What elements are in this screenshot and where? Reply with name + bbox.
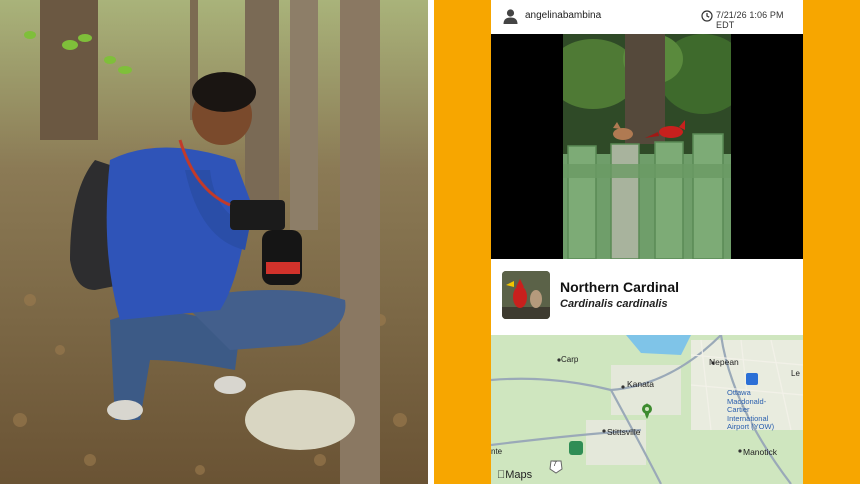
map-label-edge-left: nte xyxy=(491,447,503,456)
map-label-carp: Carp xyxy=(561,355,579,364)
map-label-nepean: Nepean xyxy=(709,357,739,367)
maps-attribution[interactable]: Maps xyxy=(497,469,532,481)
observation-photo[interactable] xyxy=(491,34,803,259)
photographer-photo xyxy=(0,0,428,484)
map-route-7-label: 7 xyxy=(553,461,557,468)
species-common-name: Northern Cardinal xyxy=(560,279,680,295)
apple-icon:  xyxy=(497,469,505,481)
map-label-manotick: Manotick xyxy=(743,447,778,457)
map-label-airport: Ottawa Macdonald- Cartier International … xyxy=(727,388,775,431)
user-icon xyxy=(503,9,518,24)
clock-icon xyxy=(701,10,713,22)
map-label-kanata: Kanata xyxy=(627,379,654,389)
map-label-edge-right: Le xyxy=(791,369,800,378)
observation-header: angelinabambina 7/21/26 1:06 PM EDT xyxy=(491,0,803,34)
observation-card: angelinabambina 7/21/26 1:06 PM EDT Nort… xyxy=(491,0,803,484)
cardinal-photo-image xyxy=(563,34,731,259)
species-scientific-name: Cardinalis cardinalis xyxy=(560,298,668,310)
maps-attribution-label: Maps xyxy=(497,469,532,481)
map-label-stittsville: Stittsville xyxy=(607,427,641,437)
observer-username[interactable]: angelinabambina xyxy=(525,10,601,21)
species-summary[interactable]: Northern Cardinal Cardinalis cardinalis xyxy=(491,259,803,335)
species-thumbnail xyxy=(502,271,550,319)
observation-timestamp: 7/21/26 1:06 PM EDT xyxy=(716,10,784,30)
location-map[interactable]: Carp Nepean Kanata Stittsville Ottawa Ma… xyxy=(491,335,803,484)
